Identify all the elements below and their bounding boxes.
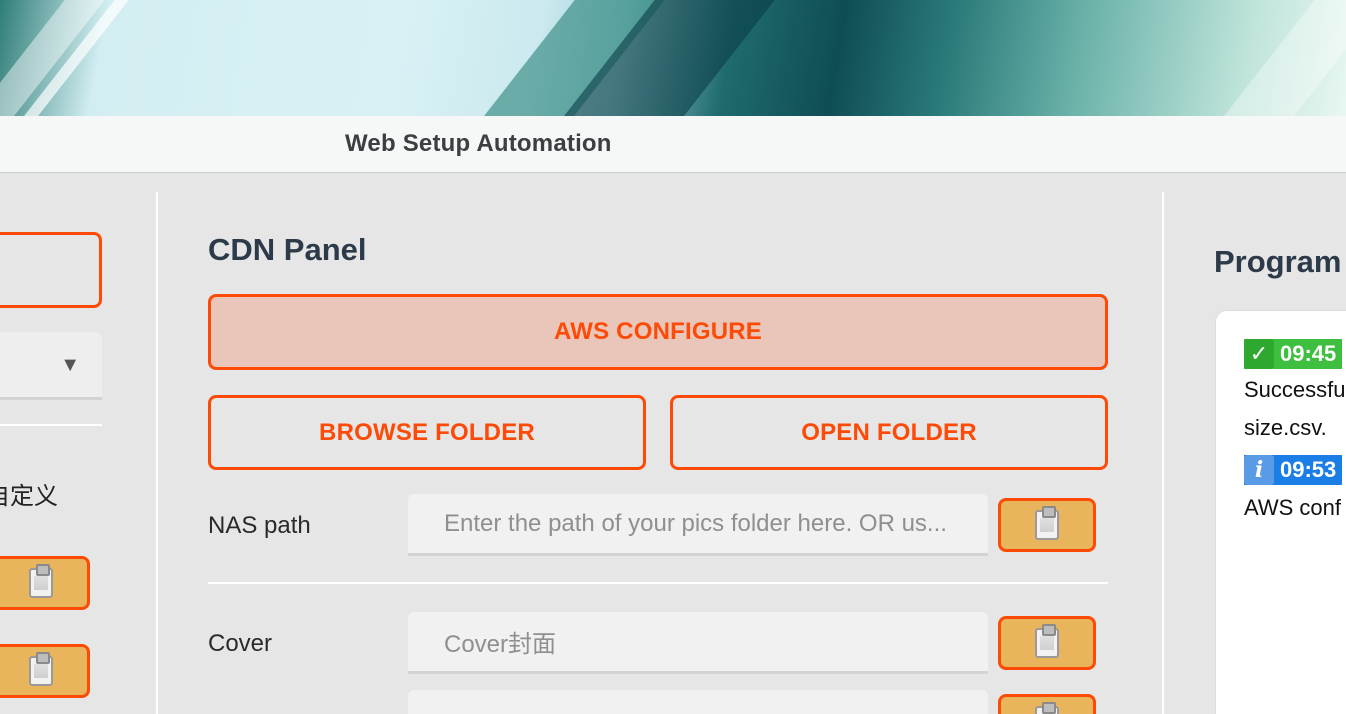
window-title: Web Setup Automation bbox=[345, 130, 612, 157]
aws-configure-button[interactable]: AWS CONFIGURE bbox=[208, 294, 1108, 370]
clipboard-icon bbox=[1035, 506, 1059, 540]
next-field-input[interactable] bbox=[408, 690, 988, 714]
nas-path-clipboard-button[interactable] bbox=[998, 498, 1096, 552]
log-entry-text: AWS conf bbox=[1244, 495, 1341, 520]
log-entry-text: size.csv. bbox=[1244, 415, 1327, 440]
open-folder-button[interactable]: OPEN FOLDER bbox=[670, 395, 1108, 470]
left-panel-text: 自定义 bbox=[0, 483, 58, 510]
panel-divider-left bbox=[156, 192, 158, 714]
left-clipboard-button-1[interactable] bbox=[0, 556, 90, 610]
cover-input[interactable]: Cover封面 bbox=[408, 612, 988, 674]
log-entry-time: 09:45 bbox=[1280, 341, 1337, 366]
left-panel-input[interactable] bbox=[0, 232, 102, 308]
app-content: ▼ 自定义 CDN Panel AWS CONFIGURE BROWSE FOL… bbox=[0, 174, 1346, 714]
desktop-wallpaper bbox=[0, 0, 1346, 116]
cover-label: Cover bbox=[208, 630, 273, 657]
cover-clipboard-button[interactable] bbox=[998, 616, 1096, 670]
log-entry-text: Successfu bbox=[1244, 377, 1346, 402]
program-log-title: Program bbox=[1214, 244, 1342, 279]
clipboard-icon bbox=[29, 652, 53, 686]
check-icon: ✓ bbox=[1244, 339, 1274, 369]
log-entry-time: 09:53 bbox=[1280, 457, 1337, 482]
program-log[interactable]: ✓ 09:45 Successfu size.csv. i 09:53 AWS … bbox=[1215, 310, 1346, 714]
left-panel-divider bbox=[0, 424, 102, 426]
clipboard-icon bbox=[1035, 624, 1059, 658]
window-titlebar: Web Setup Automation bbox=[0, 116, 1346, 173]
cdn-panel-title: CDN Panel bbox=[208, 232, 367, 267]
log-entry-info-badge: i 09:53 bbox=[1244, 455, 1343, 485]
next-clipboard-button[interactable] bbox=[998, 694, 1096, 714]
left-clipboard-button-2[interactable] bbox=[0, 644, 90, 698]
info-icon: i bbox=[1244, 455, 1274, 485]
nas-path-label: NAS path bbox=[208, 512, 311, 539]
clipboard-icon bbox=[1035, 702, 1059, 714]
left-panel-select[interactable]: ▼ bbox=[0, 332, 102, 400]
browse-folder-button[interactable]: BROWSE FOLDER bbox=[208, 395, 646, 470]
chevron-down-icon: ▼ bbox=[60, 354, 80, 376]
panel-divider-right bbox=[1162, 192, 1164, 714]
nas-path-input[interactable]: Enter the path of your pics folder here.… bbox=[408, 494, 988, 556]
clipboard-icon bbox=[29, 564, 53, 598]
log-entry-success-badge: ✓ 09:45 bbox=[1244, 339, 1343, 369]
cdn-panel-divider bbox=[208, 582, 1108, 584]
